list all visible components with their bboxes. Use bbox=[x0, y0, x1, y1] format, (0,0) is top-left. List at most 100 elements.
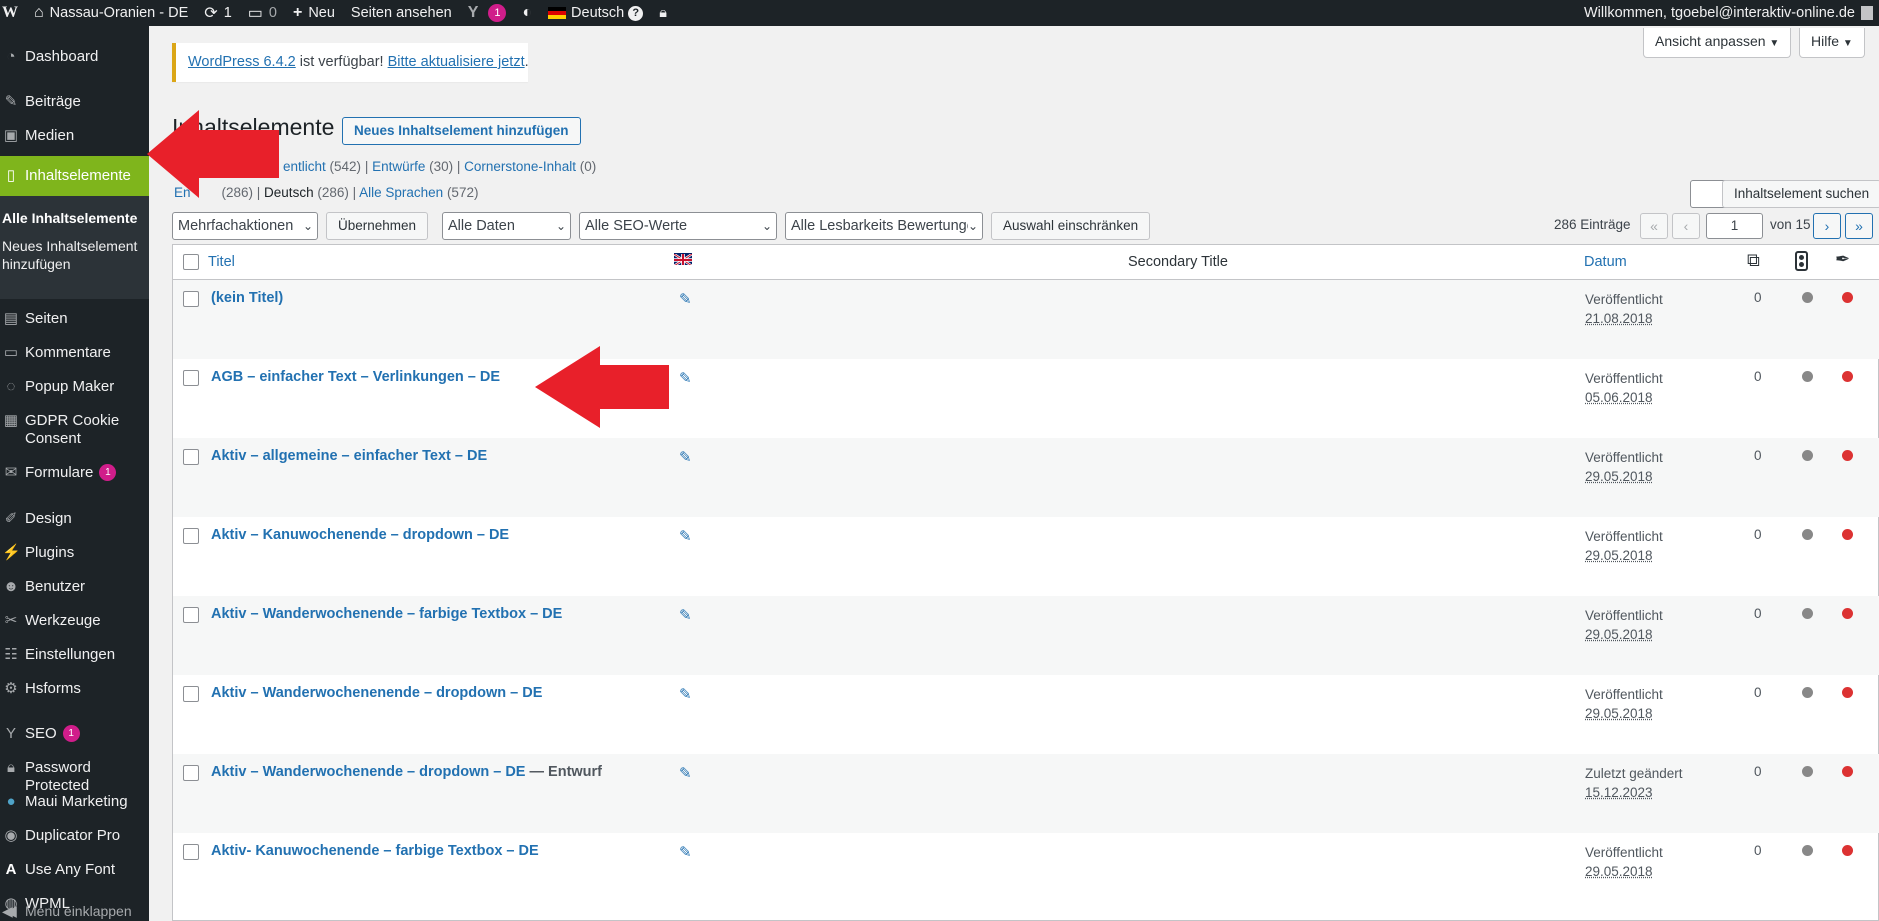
menu-seo[interactable]: Y SEO 1 bbox=[0, 725, 149, 743]
menu-forms[interactable]: ✉ Formulare 1 bbox=[0, 464, 149, 482]
status-published-link[interactable]: entlicht bbox=[283, 159, 326, 174]
last-page-button[interactable]: » bbox=[1845, 213, 1873, 239]
edit-translation-icon[interactable]: ✎ bbox=[679, 369, 692, 387]
menu-label: Benutzer bbox=[25, 578, 85, 596]
column-title-sort[interactable]: Titel bbox=[208, 254, 235, 270]
row-title: Aktiv – Wanderwochenenende – dropdown – … bbox=[211, 685, 542, 701]
seo-status-dot bbox=[1802, 845, 1813, 856]
submenu-all-items[interactable]: Alle Inhaltselemente bbox=[0, 209, 137, 227]
row-title-link[interactable]: Aktiv – Wanderwochenende – farbige Textb… bbox=[211, 606, 562, 622]
menu-plugins[interactable]: ⚡ Plugins bbox=[0, 544, 149, 562]
filter-button[interactable]: Auswahl einschränken bbox=[991, 212, 1150, 240]
readability-score-icon[interactable]: ✒ bbox=[1835, 249, 1850, 270]
row-checkbox[interactable] bbox=[183, 370, 199, 386]
row-title: AGB – einfacher Text – Verlinkungen – DE bbox=[211, 369, 500, 385]
page-icon: ▯ bbox=[2, 167, 20, 185]
status-cornerstone-link[interactable]: Cornerstone-Inhalt bbox=[464, 159, 576, 174]
row-checkbox[interactable] bbox=[183, 686, 199, 702]
row-checkbox[interactable] bbox=[183, 528, 199, 544]
lang-all-languages-link[interactable]: Alle Sprachen bbox=[359, 185, 443, 200]
menu-dashboard[interactable]: ◔ Dashboard bbox=[0, 48, 149, 66]
row-date-value: 29.05.2018 bbox=[1585, 546, 1663, 565]
row-checkbox[interactable] bbox=[183, 449, 199, 465]
menu-popup-maker[interactable]: ◌ Popup Maker bbox=[0, 378, 149, 396]
comments-link[interactable]: ▭ 0 bbox=[240, 0, 285, 26]
help-label: Hilfe bbox=[1811, 33, 1839, 49]
seo-filter-select[interactable]: Alle SEO-Werte ⌄ bbox=[579, 212, 777, 240]
menu-settings[interactable]: ☷ Einstellungen bbox=[0, 646, 149, 664]
bulk-actions-select[interactable]: Mehrfachaktionen ⌄ bbox=[172, 212, 318, 240]
menu-tools[interactable]: ✂ Werkzeuge bbox=[0, 612, 149, 630]
row-title: (kein Titel) bbox=[211, 290, 283, 306]
seo-status-dot bbox=[1802, 687, 1813, 698]
wp-logo-button[interactable]: W bbox=[0, 0, 26, 26]
menu-use-any-font[interactable]: A Use Any Font bbox=[0, 861, 149, 879]
row-date-value: 29.05.2018 bbox=[1585, 625, 1663, 644]
menu-users[interactable]: ☻ Benutzer bbox=[0, 578, 149, 596]
edit-translation-icon[interactable]: ✎ bbox=[679, 685, 692, 703]
seo-score-icon[interactable] bbox=[1795, 251, 1808, 271]
yoast-menu[interactable]: Y1 bbox=[460, 0, 515, 26]
help-button[interactable]: Hilfe ▼ bbox=[1799, 28, 1865, 58]
menu-password-protected[interactable]: 🔒︎ Password Protected bbox=[0, 759, 149, 795]
edit-translation-icon[interactable]: ✎ bbox=[679, 527, 692, 545]
view-pages-link[interactable]: Seiten ansehen bbox=[343, 0, 460, 26]
updates-link[interactable]: ⟳ 1 bbox=[196, 0, 239, 26]
edit-translation-icon[interactable]: ✎ bbox=[679, 843, 692, 861]
row-title-link[interactable]: Aktiv – Wanderwochenende – dropdown – DE bbox=[211, 764, 525, 780]
edit-translation-icon[interactable]: ✎ bbox=[679, 448, 692, 466]
status-drafts-link[interactable]: Entwürfe bbox=[372, 159, 425, 174]
submenu-add-new[interactable]: Neues Inhaltselement hinzufügen bbox=[0, 237, 137, 273]
screen-options-button[interactable]: Ansicht anpassen ▼ bbox=[1643, 28, 1791, 58]
search-button[interactable]: Inhaltselement suchen bbox=[1722, 180, 1879, 208]
menu-media[interactable]: ▣ Medien bbox=[0, 127, 149, 145]
menu-comments[interactable]: ▭ Kommentare bbox=[0, 344, 149, 362]
row-title-link[interactable]: AGB – einfacher Text – Verlinkungen – DE bbox=[211, 369, 500, 385]
welcome-text[interactable]: Willkommen, tgoebel@interaktiv-online.de bbox=[1584, 5, 1855, 21]
menu-content-elements[interactable]: ▯ Inhaltselemente bbox=[0, 156, 149, 196]
row-title-link[interactable]: Aktiv – Kanuwochenende – dropdown – DE bbox=[211, 527, 509, 543]
select-all-checkbox[interactable] bbox=[183, 254, 199, 270]
date-filter-select[interactable]: Alle Daten ⌄ bbox=[442, 212, 571, 240]
collapse-menu-label[interactable]: Menü einklappen bbox=[25, 903, 132, 919]
support-menu[interactable]: ◐ bbox=[514, 0, 540, 26]
lock-menu[interactable]: 🔒︎ bbox=[651, 0, 675, 26]
wordpress-version-link[interactable]: WordPress 6.4.2 bbox=[188, 54, 296, 70]
row-checkbox[interactable] bbox=[183, 607, 199, 623]
next-page-button[interactable]: › bbox=[1813, 213, 1841, 239]
edit-translation-icon[interactable]: ✎ bbox=[679, 290, 692, 308]
edit-translation-icon[interactable]: ✎ bbox=[679, 764, 692, 782]
row-title-link[interactable]: Aktiv – allgemeine – einfacher Text – DE bbox=[211, 448, 487, 464]
row-title-link[interactable]: (kein Titel) bbox=[211, 290, 283, 306]
avatar[interactable] bbox=[1861, 6, 1873, 20]
menu-gdpr[interactable]: ▦ GDPR Cookie Consent bbox=[0, 412, 149, 448]
row-title-link[interactable]: Aktiv- Kanuwochenende – farbige Textbox … bbox=[211, 843, 539, 859]
separator: | bbox=[453, 159, 464, 174]
current-page-input[interactable]: 1 bbox=[1706, 213, 1763, 239]
language-switcher[interactable]: Deutsch? bbox=[540, 0, 651, 26]
site-name-link[interactable]: ⌂ Nassau-Oranien - DE bbox=[26, 0, 196, 26]
row-title-link[interactable]: Aktiv – Wanderwochenenende – dropdown – … bbox=[211, 685, 542, 701]
row-checkbox[interactable] bbox=[183, 291, 199, 307]
row-checkbox[interactable] bbox=[183, 844, 199, 860]
menu-duplicator[interactable]: ◉ Duplicator Pro bbox=[0, 827, 149, 845]
readability-filter-select[interactable]: Alle Lesbarkeits Bewertunge ⌄ bbox=[785, 212, 983, 240]
menu-maui[interactable]: ● Maui Marketing bbox=[0, 793, 149, 811]
apply-button[interactable]: Übernehmen bbox=[326, 212, 428, 240]
links-count-icon[interactable]: ⧉ bbox=[1747, 250, 1760, 271]
column-date-sort[interactable]: Datum bbox=[1584, 254, 1627, 270]
menu-hsforms[interactable]: ⚙ Hsforms bbox=[0, 680, 149, 698]
globe-icon: ● bbox=[2, 793, 20, 811]
menu-posts[interactable]: ✎ Beiträge bbox=[0, 93, 149, 111]
prev-page-button[interactable]: ‹ bbox=[1672, 213, 1700, 239]
menu-design[interactable]: ✐ Design bbox=[0, 510, 149, 528]
row-checkbox[interactable] bbox=[183, 765, 199, 781]
new-content-link[interactable]: + Neu bbox=[285, 0, 343, 26]
update-now-link[interactable]: Bitte aktualisiere jetzt bbox=[388, 54, 525, 70]
dashboard-icon: ◔ bbox=[2, 48, 20, 66]
menu-pages[interactable]: ▤ Seiten bbox=[0, 310, 149, 328]
first-page-button[interactable]: « bbox=[1640, 213, 1668, 239]
add-new-button[interactable]: Neues Inhaltselement hinzufügen bbox=[342, 117, 581, 145]
forms-count-badge: 1 bbox=[99, 464, 116, 481]
edit-translation-icon[interactable]: ✎ bbox=[679, 606, 692, 624]
